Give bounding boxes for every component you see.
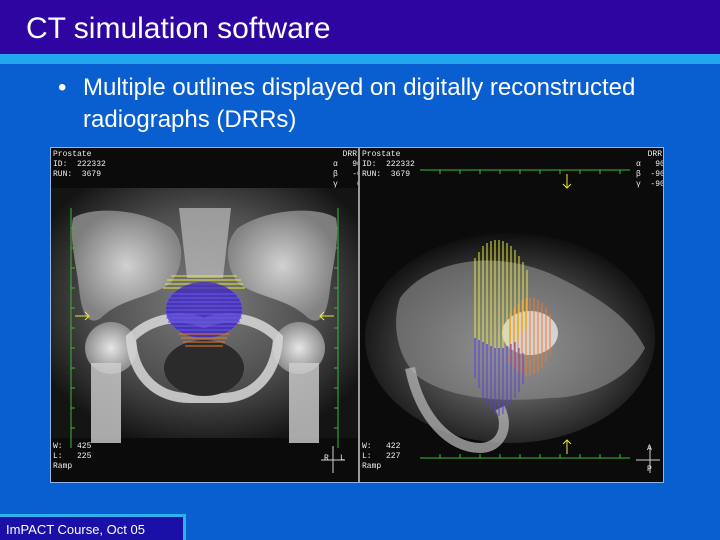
drr-viewer: Prostate ID: 222332 RUN: 3679 DRR α 90 β… <box>50 147 664 483</box>
footer-box: ImPACT Course, Oct 05 <box>0 514 186 540</box>
patient-info-ap: Prostate ID: 222332 RUN: 3679 <box>53 150 106 179</box>
orientation-a-label: A <box>647 444 652 453</box>
orientation-l-label: L <box>340 454 345 463</box>
window-level-ap: W: 425 L: 225 Ramp <box>53 442 92 471</box>
bullet-text: Multiple outlines displayed on digitally… <box>83 74 636 133</box>
window-level-lateral: W: 422 L: 227 Ramp <box>362 442 401 471</box>
title-bar: CT simulation software <box>0 0 720 54</box>
drr-pane-lateral[interactable]: Prostate ID: 222332 RUN: 3679 DRR α 90 β… <box>360 148 663 482</box>
orientation-p-label: P <box>647 465 652 474</box>
drr-angles-lateral: DRR α 90 β -90 γ -90 <box>636 150 663 189</box>
drr-image-ap <box>51 148 358 482</box>
footer-text: ImPACT Course, Oct 05 <box>6 522 145 537</box>
patient-info-lateral: Prostate ID: 222332 RUN: 3679 <box>362 150 415 179</box>
title-underline <box>0 54 720 64</box>
orientation-r-label: R <box>324 454 329 463</box>
drr-pane-ap[interactable]: Prostate ID: 222332 RUN: 3679 DRR α 90 β… <box>51 148 358 482</box>
slide-title: CT simulation software <box>26 12 331 45</box>
drr-angles-ap: DRR α 90 β -0 γ 0 <box>333 150 358 189</box>
drr-image-lateral <box>360 148 663 482</box>
bullet-marker: • <box>58 74 67 101</box>
